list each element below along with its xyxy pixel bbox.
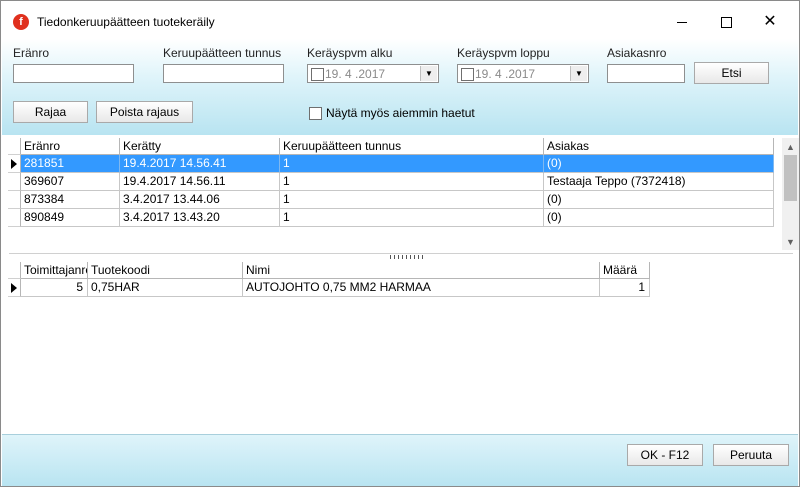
cell-keruu[interactable]: 1 bbox=[280, 173, 544, 191]
loppu-label: Keräyspvm loppu bbox=[457, 46, 550, 60]
loppu-date-value: 19. 4 .2017 bbox=[475, 67, 536, 81]
cell-keratty[interactable]: 3.4.2017 13.43.20 bbox=[120, 209, 280, 227]
cell-keruu[interactable]: 1 bbox=[280, 209, 544, 227]
ok-button[interactable]: OK - F12 bbox=[627, 444, 703, 466]
peruuta-button[interactable]: Peruuta bbox=[713, 444, 789, 466]
col-header-eranro[interactable]: Eränro bbox=[21, 138, 120, 155]
cell-keruu[interactable]: 1 bbox=[280, 155, 544, 173]
minimize-icon bbox=[677, 21, 687, 23]
loppu-date-picker[interactable]: 19. 4 .2017 ▼ bbox=[457, 64, 589, 83]
grid-corner bbox=[8, 262, 21, 279]
col-header-tuotekoodi[interactable]: Tuotekoodi bbox=[88, 262, 243, 279]
batch-grid: Eränro Kerätty Keruupäätteen tunnus Asia… bbox=[8, 138, 799, 253]
cell-asiakas[interactable]: (0) bbox=[544, 209, 774, 227]
chevron-down-icon[interactable]: ▼ bbox=[570, 66, 587, 81]
etsi-button[interactable]: Etsi bbox=[694, 62, 769, 84]
filter-panel: Eränro Keruupäätteen tunnus Keräyspvm al… bbox=[2, 39, 798, 135]
alku-date-picker[interactable]: 19. 4 .2017 ▼ bbox=[307, 64, 439, 83]
cell-eranro[interactable]: 873384 bbox=[21, 191, 120, 209]
asiakas-input[interactable] bbox=[607, 64, 685, 83]
window-title: Tiedonkeruupäätteen tuotekeräily bbox=[37, 15, 215, 29]
maximize-button[interactable] bbox=[703, 7, 749, 37]
minimize-button[interactable] bbox=[659, 7, 705, 37]
col-header-asiakas[interactable]: Asiakas bbox=[544, 138, 774, 155]
splitter-grip-icon[interactable] bbox=[390, 255, 426, 259]
cell-asiakas[interactable]: (0) bbox=[544, 191, 774, 209]
cell-eranro[interactable]: 369607 bbox=[21, 173, 120, 191]
alku-date-value: 19. 4 .2017 bbox=[325, 67, 386, 81]
title-bar: f Tiedonkeruupäätteen tuotekeräily ✕ bbox=[1, 1, 799, 39]
alku-label: Keräyspvm alku bbox=[307, 46, 393, 60]
scroll-up-icon[interactable]: ▲ bbox=[782, 138, 799, 155]
vertical-scrollbar[interactable]: ▲ ▼ bbox=[782, 138, 799, 250]
cell-eranro[interactable]: 281851 bbox=[21, 155, 120, 173]
grid-corner bbox=[8, 138, 21, 155]
col-header-keratty[interactable]: Kerätty bbox=[120, 138, 280, 155]
cell-keratty[interactable]: 19.4.2017 14.56.11 bbox=[120, 173, 280, 191]
scroll-thumb[interactable] bbox=[784, 155, 797, 201]
loppu-checkbox[interactable] bbox=[461, 68, 474, 81]
poista-rajaus-button[interactable]: Poista rajaus bbox=[96, 101, 193, 123]
dialog-window: f Tiedonkeruupäätteen tuotekeräily ✕ Erä… bbox=[0, 0, 800, 487]
row-selector[interactable] bbox=[8, 173, 21, 191]
col-header-maara[interactable]: Määrä bbox=[600, 262, 650, 279]
app-logo-icon: f bbox=[13, 14, 29, 30]
row-selector[interactable] bbox=[8, 279, 21, 297]
row-selector[interactable] bbox=[8, 209, 21, 227]
chevron-down-icon[interactable]: ▼ bbox=[420, 66, 437, 81]
alku-checkbox[interactable] bbox=[311, 68, 324, 81]
cell-keruu[interactable]: 1 bbox=[280, 191, 544, 209]
eranro-label: Eränro bbox=[13, 46, 50, 60]
cell-toimittajanro[interactable]: 5 bbox=[21, 279, 88, 297]
footer-panel: OK - F12 Peruuta bbox=[2, 434, 798, 486]
eranro-input[interactable] bbox=[13, 64, 134, 83]
current-row-arrow-icon bbox=[11, 283, 17, 293]
cell-keratty[interactable]: 19.4.2017 14.56.41 bbox=[120, 155, 280, 173]
keruu-label: Keruupäätteen tunnus bbox=[163, 46, 282, 60]
col-header-keruu[interactable]: Keruupäätteen tunnus bbox=[280, 138, 544, 155]
cell-asiakas[interactable]: Testaaja Teppo (7372418) bbox=[544, 173, 774, 191]
cell-tuotekoodi[interactable]: 0,75HAR bbox=[88, 279, 243, 297]
cell-eranro[interactable]: 890849 bbox=[21, 209, 120, 227]
asiakas-label: Asiakasnro bbox=[607, 46, 667, 60]
cell-nimi[interactable]: AUTOJOHTO 0,75 MM2 HARMAA bbox=[243, 279, 600, 297]
keruu-input[interactable] bbox=[163, 64, 284, 83]
cell-asiakas[interactable]: (0) bbox=[544, 155, 774, 173]
nayta-checkbox-row[interactable]: Näytä myös aiemmin haetut bbox=[309, 106, 475, 120]
scroll-down-icon[interactable]: ▼ bbox=[782, 233, 799, 250]
nayta-checkbox-label: Näytä myös aiemmin haetut bbox=[326, 106, 475, 120]
product-grid: Toimittajanro Tuotekoodi Nimi Määrä 5 0,… bbox=[8, 262, 792, 432]
maximize-icon bbox=[720, 16, 732, 28]
row-selector[interactable] bbox=[8, 191, 21, 209]
current-row-arrow-icon bbox=[11, 159, 17, 169]
nayta-checkbox[interactable] bbox=[309, 106, 322, 120]
rajaa-button[interactable]: Rajaa bbox=[13, 101, 88, 123]
col-header-nimi[interactable]: Nimi bbox=[243, 262, 600, 279]
cell-maara[interactable]: 1 bbox=[600, 279, 650, 297]
cell-keratty[interactable]: 3.4.2017 13.44.06 bbox=[120, 191, 280, 209]
close-icon: ✕ bbox=[763, 13, 777, 30]
close-button[interactable]: ✕ bbox=[747, 7, 793, 37]
row-selector[interactable] bbox=[8, 155, 21, 173]
splitter[interactable] bbox=[9, 253, 793, 262]
col-header-toimittajanro[interactable]: Toimittajanro bbox=[21, 262, 88, 279]
